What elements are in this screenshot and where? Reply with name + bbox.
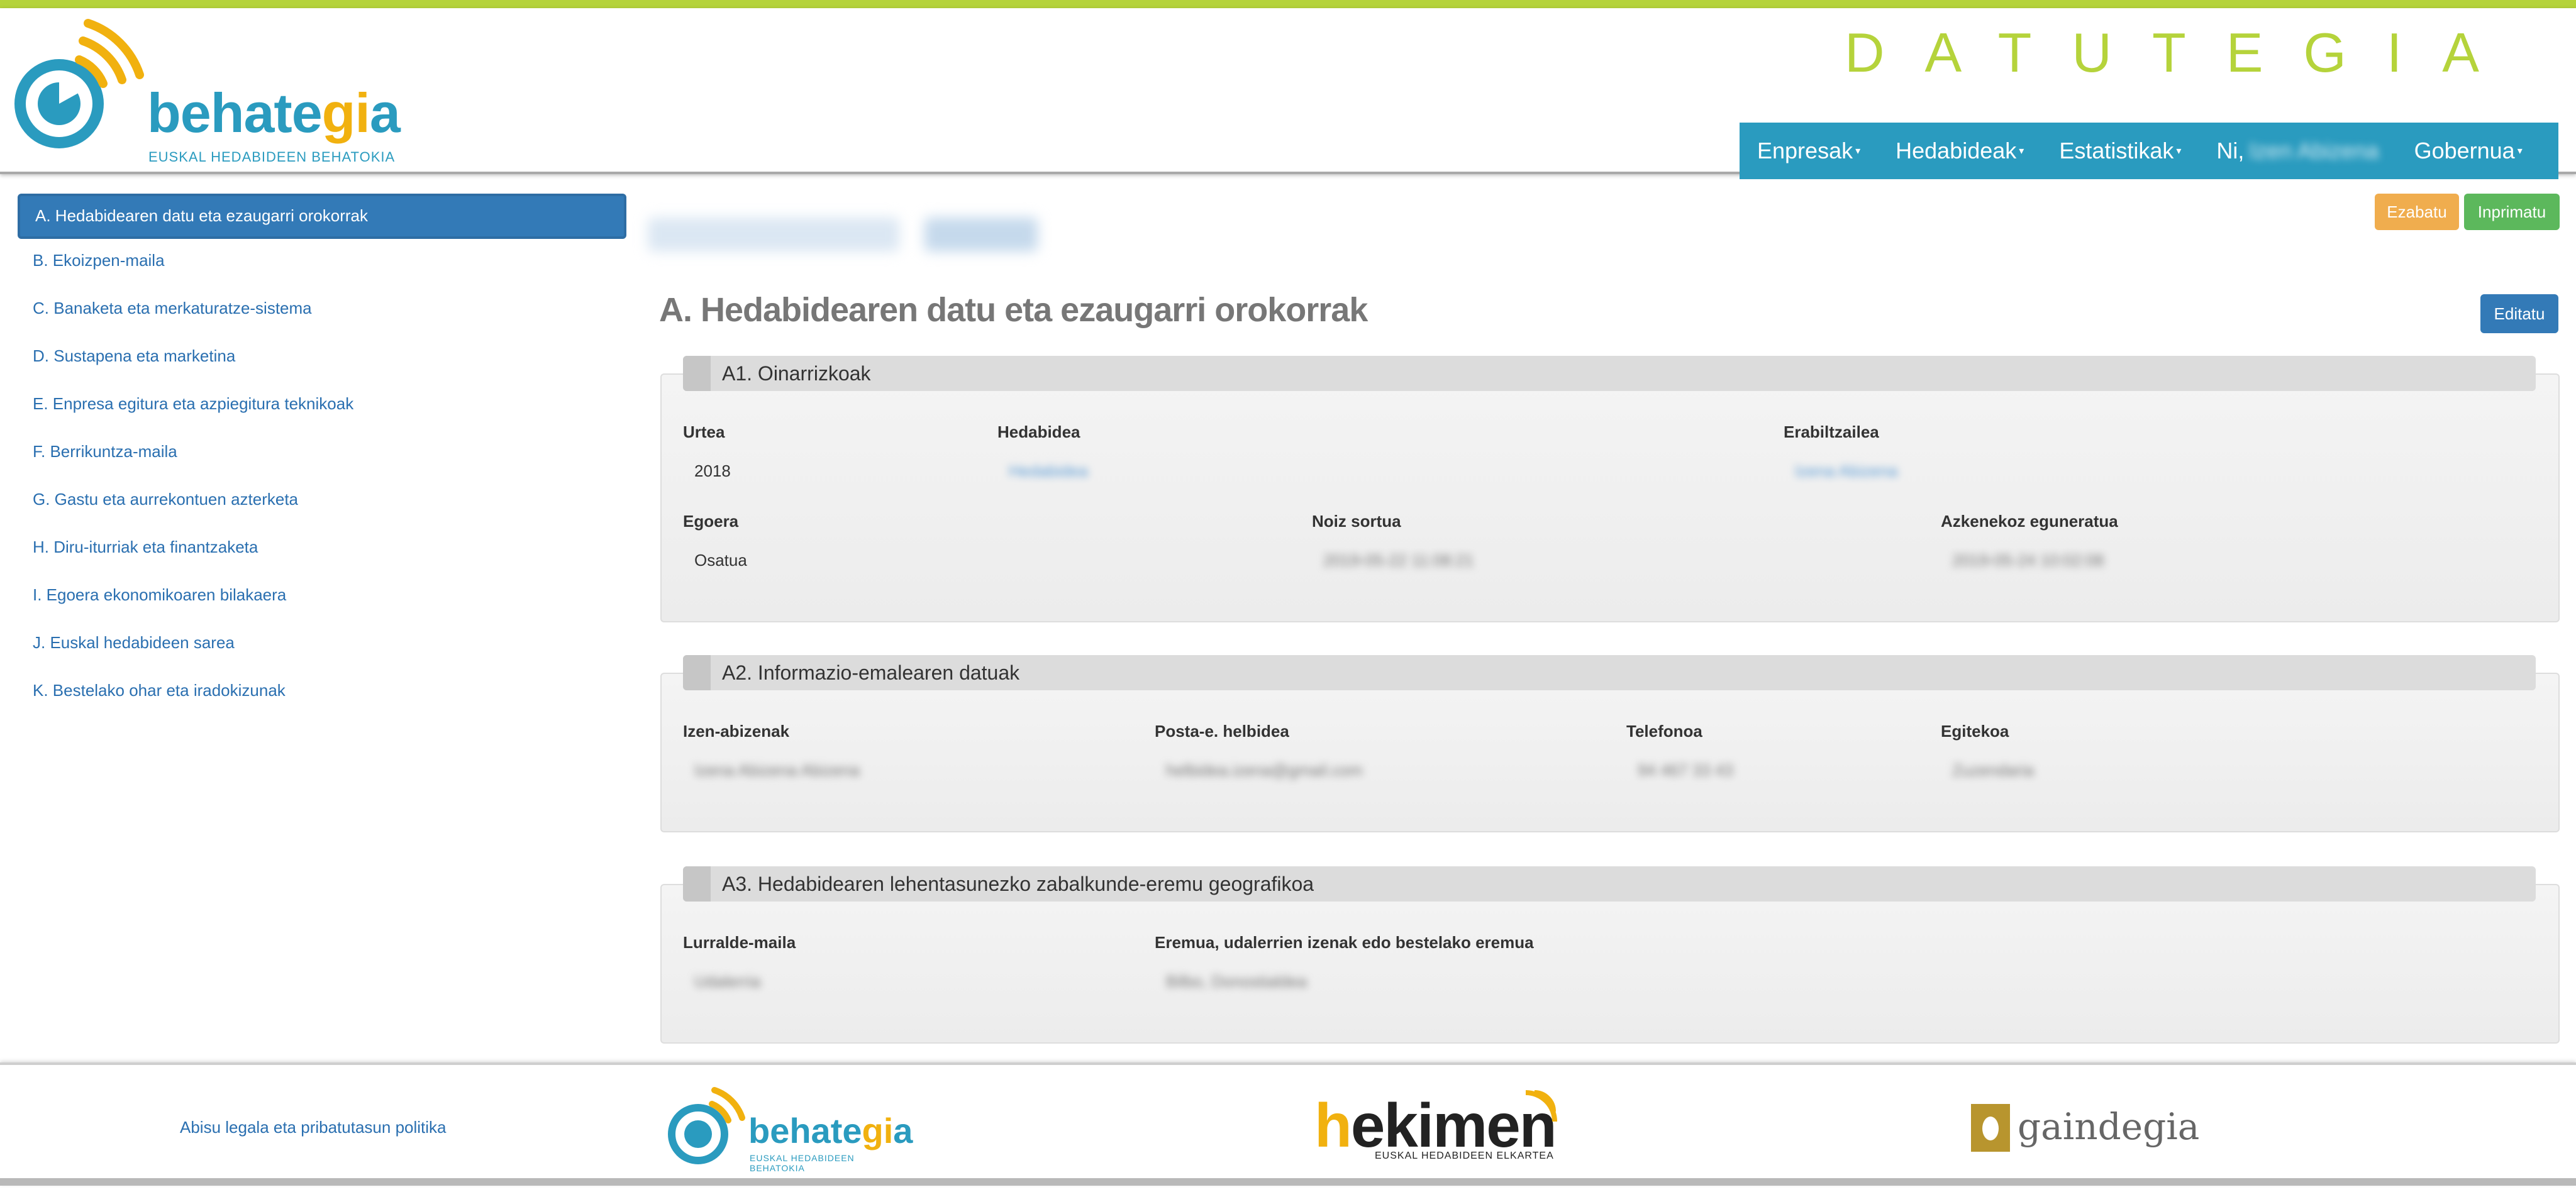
delete-button[interactable]: Ezabatu — [2375, 194, 2459, 230]
footer-bottom-bar — [0, 1178, 2576, 1186]
hekimen-logo[interactable]: hekimen EUSKAL HEDABIDEEN ELKARTEA — [1314, 1090, 1560, 1166]
sidebar-item-i[interactable]: I. Egoera ekonomikoaren bilakaera — [18, 576, 626, 624]
sidebar-item-g[interactable]: G. Gastu eta aurrekontuen azterketa — [18, 480, 626, 528]
top-accent-bar — [0, 0, 2576, 8]
caret-down-icon: ▾ — [1855, 146, 1861, 157]
signal-logo-icon — [14, 19, 144, 148]
legal-notice-link[interactable]: Abisu legala eta pribatutasun politika — [180, 1118, 447, 1137]
panel-header: A3. Hedabidearen lehentasunezko zabalkun… — [683, 866, 2536, 902]
logo-subtitle: EUSKAL HEDABIDEEN BEHATOKIA — [148, 149, 396, 165]
sidebar-item-e[interactable]: E. Enpresa egitura eta azpiegitura tekni… — [18, 385, 626, 433]
sidebar-item-h[interactable]: H. Diru-iturriak eta finantzaketa — [18, 528, 626, 576]
logo-subtitle: EUSKAL HEDABIDEEN BEHATOKIA — [750, 1153, 855, 1173]
field-value: helbidea.izena@gmail.com — [1166, 761, 1363, 780]
breadcrumb — [648, 209, 1038, 262]
main-nav: Enpresak ▾ Hedabideak ▾ Estatistikak ▾ Ni, I… — [1740, 123, 2558, 179]
panel-title: A3. Hedabidearen lehentasunezko zabalkun… — [722, 873, 1314, 895]
sidebar-item-f[interactable]: F. Berrikuntza-maila — [18, 433, 626, 480]
field-label: Egoera — [683, 512, 739, 531]
caret-down-icon: ▾ — [2176, 146, 2182, 157]
panel-title: A2. Informazio-emalearen datuak — [722, 661, 1020, 684]
panel-header-tab — [683, 866, 711, 902]
field-value-link[interactable]: Izena Abizena — [1795, 461, 1897, 481]
print-button[interactable]: Inprimatu — [2464, 194, 2560, 230]
logo-wordmark: behategia — [748, 1111, 913, 1150]
panel-header: A2. Informazio-emalearen datuak — [683, 655, 2536, 690]
signal-logo-icon — [668, 1087, 745, 1164]
sidebar-item-b[interactable]: B. Ekoizpen-maila — [18, 241, 626, 289]
field-label: Noiz sortua — [1312, 512, 1401, 531]
panel-title: A1. Oinarrizkoak — [722, 362, 871, 385]
nav-gobernua[interactable]: Gobernua ▾ — [2397, 138, 2540, 164]
site-footer: Abisu legala eta pribatutasun politika b… — [0, 1062, 2576, 1186]
sidebar-item-d[interactable]: D. Sustapena eta marketina — [18, 337, 626, 385]
field-label: Urtea — [683, 422, 725, 441]
behategia-footer-logo[interactable]: behategia EUSKAL HEDABIDEEN BEHATOKIA — [663, 1076, 913, 1173]
field-label: Lurralde-maila — [683, 933, 796, 952]
field-label: Egitekoa — [1941, 722, 2009, 741]
panel-a1: A1. Oinarrizkoak Urtea 2018 Hedabidea He… — [660, 356, 2560, 622]
sidebar-item-a[interactable]: A. Hedabidearen datu eta ezaugarri oroko… — [18, 194, 626, 239]
caret-down-icon: ▾ — [2517, 146, 2523, 157]
logo-wordmark: behategia — [147, 82, 401, 144]
edit-button[interactable]: Editatu — [2480, 294, 2558, 333]
breadcrumb-item[interactable] — [924, 218, 1038, 251]
field-label: Posta-e. helbidea — [1155, 722, 1289, 741]
signal-waves-icon — [1525, 1090, 1557, 1122]
user-name: Izen Abizena — [2249, 138, 2379, 163]
field-value: Izena Abizena Abizena — [694, 761, 860, 780]
page-title: A. Hedabidearen datu eta ezaugarri oroko… — [659, 291, 1368, 329]
gaindegia-mark-icon — [1971, 1104, 2010, 1152]
panel-header-tab — [683, 356, 711, 391]
panel-header-tab — [683, 655, 711, 690]
panel-a3: A3. Hedabidearen lehentasunezko zabalkun… — [660, 866, 2560, 1044]
sidebar-item-k[interactable]: K. Bestelako ohar eta iradokizunak — [18, 671, 626, 719]
site-title: DATUTEGIA — [1844, 21, 2519, 84]
field-value: 94 467 33 43 — [1638, 761, 1733, 780]
site-header: behategia EUSKAL HEDABIDEEN BEHATOKIA DA… — [0, 8, 2576, 179]
logo-subtitle: EUSKAL HEDABIDEEN ELKARTEA — [1375, 1150, 1554, 1161]
breadcrumb-item[interactable] — [648, 218, 899, 251]
field-value: 2019-05-22 11:08:21 — [1323, 551, 1474, 570]
nav-estatistikak[interactable]: Estatistikak ▾ — [2041, 138, 2199, 164]
panel-header: A1. Oinarrizkoak — [683, 356, 2536, 391]
field-value: 2019-05-24 10:02:08 — [1952, 551, 2104, 570]
field-value: Osatua — [694, 551, 747, 570]
sidebar-item-c[interactable]: C. Banaketa eta merkaturatze-sistema — [18, 289, 626, 337]
nav-enpresak[interactable]: Enpresak ▾ — [1740, 138, 1878, 164]
nav-hedabideak[interactable]: Hedabideak ▾ — [1878, 138, 2041, 164]
behategia-logo[interactable]: behategia EUSKAL HEDABIDEEN BEHATOKIA — [9, 16, 401, 167]
field-value: 2018 — [694, 461, 731, 480]
sidebar-item-j[interactable]: J. Euskal hedabideen sarea — [18, 624, 626, 671]
panel-a2: A2. Informazio-emalearen datuak Izen-abi… — [660, 655, 2560, 832]
gaindegia-logo[interactable]: gaindegia — [1971, 1101, 2199, 1164]
field-label: Telefonoa — [1626, 722, 1702, 741]
field-label: Azkenekoz eguneratua — [1941, 512, 2118, 531]
field-value: Zuzendaria — [1952, 761, 2035, 780]
nav-user-menu[interactable]: Ni, Izen Abizena — [2199, 138, 2396, 164]
field-label: Izen-abizenak — [683, 722, 790, 741]
logo-wordmark: gaindegia — [2018, 1105, 2200, 1148]
field-label: Hedabidea — [997, 422, 1080, 441]
field-label: Eremua, udalerrien izenak edo bestelako … — [1155, 933, 1534, 952]
field-value: Udalerria — [694, 972, 761, 991]
caret-down-icon: ▾ — [2019, 146, 2024, 157]
field-value: Bilbo, Donostialdea — [1166, 972, 1307, 991]
section-sidebar: A. Hedabidearen datu eta ezaugarri oroko… — [18, 194, 626, 719]
field-value-link[interactable]: Hedabidea — [1009, 461, 1088, 481]
field-label: Erabiltzailea — [1784, 422, 1879, 441]
